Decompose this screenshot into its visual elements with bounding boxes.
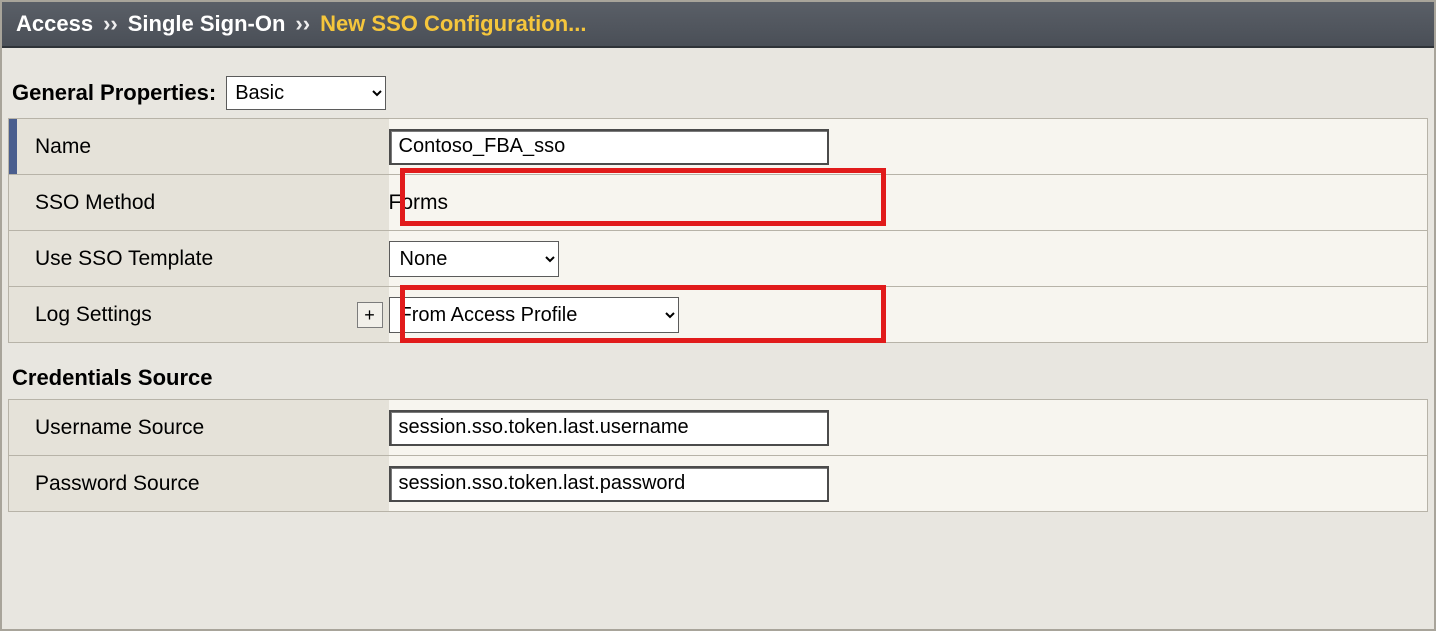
row-username-label-cell: Username Source bbox=[9, 400, 389, 456]
row-name-value-cell bbox=[389, 119, 1428, 175]
content-area: General Properties: Basic Name SSO Metho… bbox=[2, 48, 1434, 522]
log-settings-select[interactable]: From Access Profile bbox=[389, 297, 679, 333]
breadcrumb-separator: ›› bbox=[103, 11, 118, 37]
breadcrumb-separator: ›› bbox=[295, 11, 310, 37]
row-name-label-cell: Name bbox=[9, 119, 389, 175]
username-source-input[interactable] bbox=[389, 410, 829, 446]
log-settings-add-button[interactable]: + bbox=[357, 302, 383, 328]
row-log-label-cell: Log Settings + bbox=[9, 287, 389, 343]
row-sso-method-label-cell: SSO Method bbox=[9, 175, 389, 231]
username-source-label: Username Source bbox=[9, 416, 389, 440]
row-template-value-cell: None bbox=[389, 231, 1428, 287]
password-source-input[interactable] bbox=[389, 466, 829, 502]
row-log-value-cell: From Access Profile bbox=[389, 287, 1428, 343]
credentials-source-header: Credentials Source bbox=[8, 343, 1428, 399]
template-select[interactable]: None bbox=[389, 241, 559, 277]
sso-method-label: SSO Method bbox=[9, 191, 389, 215]
credentials-source-title: Credentials Source bbox=[12, 365, 213, 391]
general-properties-table: Name SSO Method Forms Use SSO Template bbox=[8, 118, 1428, 343]
breadcrumb-bar: Access ›› Single Sign-On ›› New SSO Conf… bbox=[2, 2, 1434, 48]
row-template-label-cell: Use SSO Template bbox=[9, 231, 389, 287]
breadcrumb-sso[interactable]: Single Sign-On bbox=[128, 11, 286, 37]
general-properties-title: General Properties: bbox=[12, 80, 216, 106]
page: Access ›› Single Sign-On ›› New SSO Conf… bbox=[0, 0, 1436, 631]
row-password-value-cell bbox=[389, 456, 1428, 512]
row-sso-method-value-cell: Forms bbox=[389, 175, 1428, 231]
display-mode-select[interactable]: Basic bbox=[226, 76, 386, 110]
row-password-label-cell: Password Source bbox=[9, 456, 389, 512]
password-source-label: Password Source bbox=[9, 472, 389, 496]
breadcrumb-access[interactable]: Access bbox=[16, 11, 93, 37]
row-username-value-cell bbox=[389, 400, 1428, 456]
template-label: Use SSO Template bbox=[9, 247, 389, 271]
credentials-source-table: Username Source Password Source bbox=[8, 399, 1428, 512]
breadcrumb-current: New SSO Configuration... bbox=[320, 11, 586, 37]
sso-method-value: Forms bbox=[389, 191, 1428, 215]
name-input[interactable] bbox=[389, 129, 829, 165]
general-properties-header: General Properties: Basic bbox=[8, 66, 1428, 118]
log-settings-label: Log Settings bbox=[9, 303, 389, 327]
name-label: Name bbox=[9, 135, 389, 159]
